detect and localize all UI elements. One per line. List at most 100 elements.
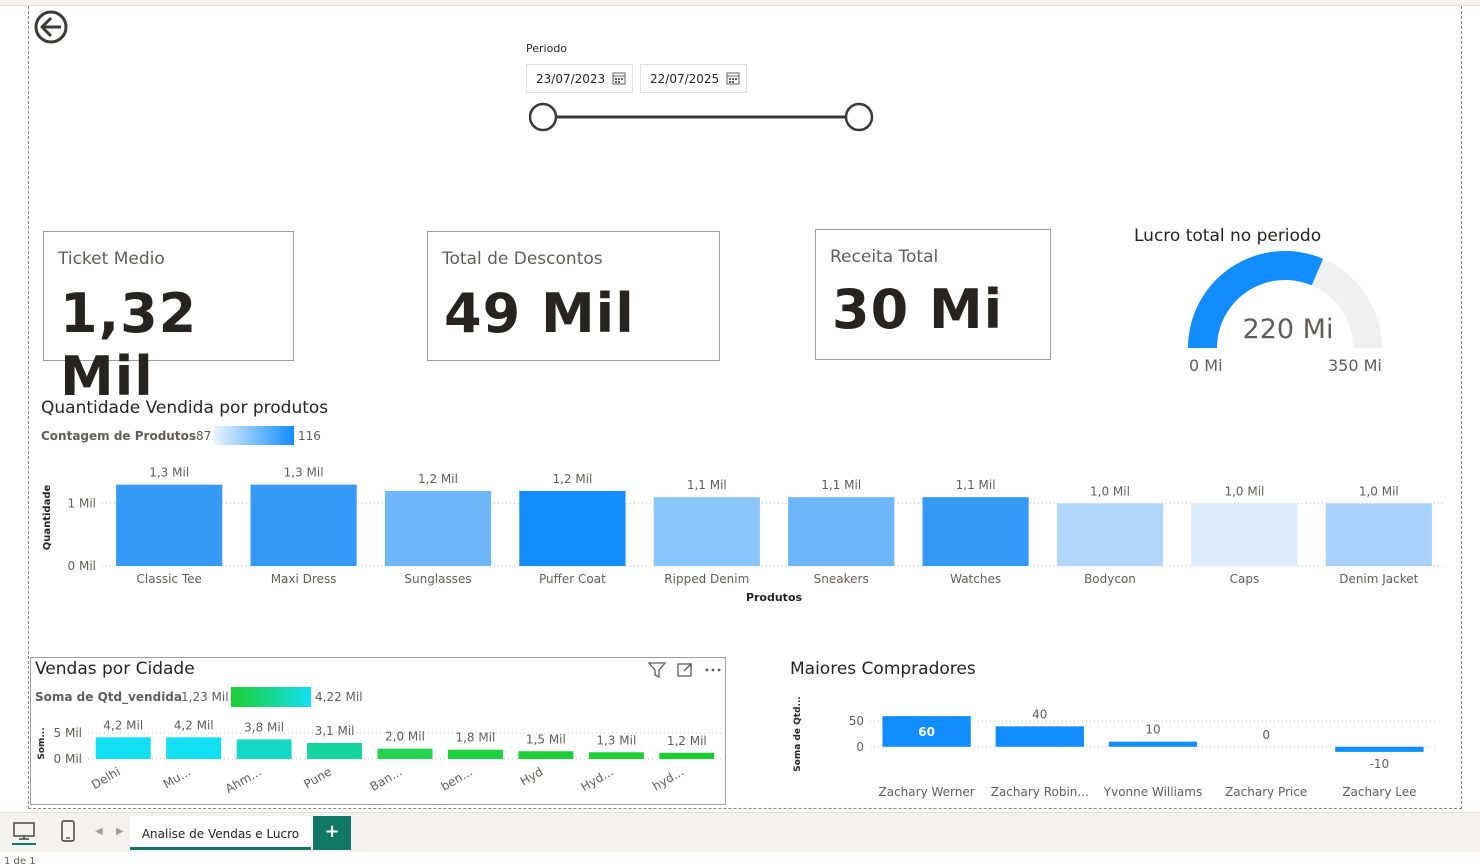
slider-end-handle[interactable]: [844, 102, 874, 132]
add-page-button[interactable]: +: [313, 816, 351, 850]
bar: [1056, 503, 1164, 566]
x-tick-label: Bodycon: [1084, 572, 1136, 586]
bar: [1325, 503, 1432, 566]
x-tick-label: Puffer Coat: [539, 572, 606, 586]
data-label: 0: [1262, 728, 1270, 742]
data-label: 4,2 Mil: [174, 718, 214, 732]
next-page-icon[interactable]: ▶: [116, 826, 124, 837]
calendar-icon[interactable]: [726, 71, 740, 85]
x-tick-label: Zachary Robin...: [991, 785, 1089, 799]
bar: [653, 497, 760, 566]
end-date-field[interactable]: 22/07/2025: [640, 64, 747, 93]
y-tick-label: 0 Mil: [54, 752, 82, 766]
focus-mode-icon[interactable]: [676, 662, 694, 678]
data-label: 1,2 Mil: [418, 472, 458, 486]
bar: [250, 484, 357, 566]
x-tick-label: Maxi Dress: [271, 572, 337, 586]
mobile-view-icon[interactable]: [60, 819, 76, 845]
slider-start-handle[interactable]: [529, 102, 558, 132]
x-tick-label: Sunglasses: [404, 572, 471, 586]
buyers-bar-chart[interactable]: Soma de Qtd... 0 50 60 Zachary Werner 40 Zacha…: [786, 690, 1446, 805]
x-tick-label: Ripped Denim: [664, 572, 749, 586]
bar: [588, 752, 644, 759]
data-label: 1,0 Mil: [1224, 484, 1264, 498]
y-tick-label: 1 Mil: [68, 496, 96, 510]
kpi-card-ticket-medio[interactable]: Ticket Medio 1,32 Mil: [43, 231, 294, 408]
cities-chart-title: Vendas por Cidade: [35, 659, 195, 679]
kpi-value: 49 Mil: [444, 282, 635, 345]
bar: [519, 490, 626, 566]
x-tick-label: Pune: [301, 764, 334, 791]
bar: [95, 737, 151, 759]
bar: [518, 751, 574, 759]
products-legend-min: 87: [196, 429, 212, 443]
data-label: 1,0 Mil: [1359, 484, 1399, 498]
bar: [307, 742, 363, 759]
bar: [659, 752, 715, 759]
more-options-icon[interactable]: [704, 662, 722, 678]
y-axis-label: Soma de Qtd...: [793, 696, 803, 772]
page-count-status: 1 de 1: [4, 856, 36, 867]
data-label: -10: [1370, 757, 1390, 771]
previous-page-icon[interactable]: ◀: [95, 826, 103, 837]
bar: [995, 726, 1084, 747]
data-label: 1,3 Mil: [284, 466, 324, 480]
kpi-card-receita-total[interactable]: Receita Total 30 Mi: [815, 229, 1051, 360]
products-bar-chart[interactable]: Quantidade 0 Mil 1 Mil 1,3 Mil Classic Tee 1,…: [36, 455, 1446, 607]
kpi-value: 30 Mi: [832, 278, 1004, 341]
data-label: 1,3 Mil: [149, 466, 189, 480]
x-tick-label: Hyd...: [578, 764, 615, 794]
kpi-card-total-descontos[interactable]: Total de Descontos 49 Mil: [427, 231, 720, 361]
data-label: 3,8 Mil: [244, 720, 284, 734]
x-tick-label: Yvonne Williams: [1103, 785, 1202, 799]
data-label: 60: [918, 725, 935, 739]
y-tick-label: 0 Mil: [68, 559, 96, 573]
bar: [384, 490, 492, 566]
filter-icon[interactable]: [648, 662, 666, 678]
x-tick-label: Denim Jacket: [1339, 572, 1418, 586]
date-range-slider[interactable]: [529, 102, 875, 132]
x-tick-label: Mu...: [161, 764, 193, 791]
data-label: 1,0 Mil: [1090, 484, 1130, 498]
x-tick-label: Sneakers: [814, 572, 869, 586]
x-tick-label: Ahm...: [223, 764, 264, 796]
calendar-icon[interactable]: [612, 71, 626, 85]
gauge-value: 220 Mi: [1242, 314, 1334, 345]
cities-legend-max: 4,22 Mil: [315, 690, 363, 704]
bar: [447, 749, 503, 759]
x-tick-label: Classic Tee: [137, 572, 202, 586]
products-chart-title: Quantidade Vendida por produtos: [41, 398, 329, 418]
kpi-title: Receita Total: [830, 247, 939, 267]
kpi-title: Total de Descontos: [442, 249, 603, 269]
y-axis-label: Quantidade: [42, 485, 53, 551]
bar: [1191, 503, 1298, 566]
x-tick-label: Hyd: [518, 764, 546, 788]
y-tick-label: 5 Mil: [54, 726, 82, 740]
data-label: 1,3 Mil: [596, 733, 636, 747]
data-label: 10: [1145, 723, 1160, 737]
cities-legend-label: Soma de Qtd_vendida: [35, 690, 182, 704]
start-date-value: 23/07/2023: [536, 72, 606, 86]
page-tab-analise[interactable]: Analise de Vendas e Lucro: [130, 816, 311, 850]
products-legend-gradient: [214, 426, 294, 445]
desktop-view-icon[interactable]: [12, 819, 36, 845]
bar: [166, 737, 222, 759]
bar: [788, 497, 895, 566]
gauge-min-label: 0 Mi: [1189, 356, 1223, 375]
data-label: 1,2 Mil: [667, 734, 707, 748]
cities-bar-chart[interactable]: Som... 0 Mil 5 Mil 4,2 Mil Delhi 4,2 Mil Mu...…: [32, 716, 722, 802]
back-arrow-icon[interactable]: [34, 10, 68, 44]
data-label: 1,1 Mil: [956, 478, 996, 492]
x-tick-label: ben...: [438, 764, 474, 793]
cities-legend-min: 1,23 Mil: [181, 690, 229, 704]
y-tick-label: 0: [856, 740, 864, 754]
data-label: 1,2 Mil: [552, 472, 592, 486]
kpi-value: 1,32 Mil: [60, 282, 198, 408]
start-date-field[interactable]: 23/07/2023: [526, 64, 633, 93]
data-label: 3,1 Mil: [315, 724, 355, 738]
x-tick-label: Delhi: [89, 764, 123, 792]
x-tick-label: hyd...: [650, 764, 686, 793]
x-tick-label: Zachary Lee: [1342, 785, 1416, 799]
end-date-value: 22/07/2025: [650, 72, 720, 86]
cities-legend-gradient: [231, 687, 311, 707]
